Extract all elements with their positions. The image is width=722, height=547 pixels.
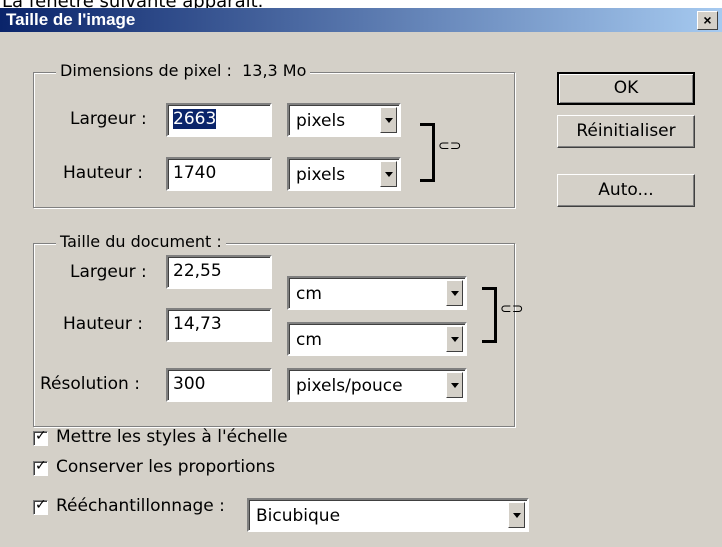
doc-width-input[interactable]: 22,55 <box>166 255 272 289</box>
doc-height-input[interactable]: 14,73 <box>166 308 272 342</box>
link-icon: ⊂⊃ <box>500 301 524 317</box>
pixel-height-input[interactable]: 1740 <box>166 157 272 191</box>
image-size-dialog: Taille de l'image × Dimensions de pixel … <box>0 8 722 547</box>
chevron-down-icon[interactable] <box>446 280 463 306</box>
resolution-input[interactable]: 300 <box>166 368 272 402</box>
doc-constrain-bracket <box>482 287 497 343</box>
scale-styles-checkbox[interactable] <box>33 428 48 446</box>
chevron-down-icon[interactable] <box>508 502 525 528</box>
chevron-down-icon[interactable] <box>380 107 397 133</box>
pixel-width-input[interactable]: 2663 <box>166 103 272 137</box>
doc-width-label: Largeur : <box>70 262 147 282</box>
doc-height-unit-select[interactable]: cm <box>287 322 467 356</box>
pixel-dimensions-legend: Dimensions de pixel : 13,3 Mo <box>56 61 311 80</box>
chevron-down-icon[interactable] <box>446 326 463 352</box>
close-icon: × <box>703 12 712 28</box>
document-size-legend: Taille du document : <box>56 232 226 251</box>
scale-styles-label[interactable]: Mettre les styles à l'échelle <box>56 427 288 447</box>
constrain-bracket <box>420 123 435 182</box>
pixel-size-value: 13,3 Mo <box>242 61 307 80</box>
pixel-width-unit-select[interactable]: pixels <box>287 103 401 137</box>
reset-button[interactable]: Réinitialiser <box>557 115 695 148</box>
resample-label[interactable]: Rééchantillonnage : <box>56 496 225 516</box>
link-icon: ⊂⊃ <box>438 138 462 154</box>
auto-button[interactable]: Auto... <box>557 174 695 207</box>
pixel-height-unit-select[interactable]: pixels <box>287 157 401 191</box>
chevron-down-icon[interactable] <box>380 161 397 187</box>
resolution-unit-select[interactable]: pixels/pouce <box>287 368 467 402</box>
doc-width-unit-select[interactable]: cm <box>287 276 467 310</box>
ok-button[interactable]: OK <box>557 72 695 105</box>
chevron-down-icon[interactable] <box>446 372 463 398</box>
constrain-proportions-label[interactable]: Conserver les proportions <box>56 457 275 477</box>
dialog-title: Taille de l'image <box>6 10 136 29</box>
resolution-label: Résolution : <box>40 374 140 394</box>
resample-checkbox[interactable] <box>33 497 48 515</box>
pixel-height-label: Hauteur : <box>63 163 143 183</box>
pixel-width-label: Largeur : <box>70 109 147 129</box>
constrain-proportions-checkbox[interactable] <box>33 458 48 476</box>
close-button[interactable]: × <box>697 11 718 30</box>
resample-method-select[interactable]: Bicubique <box>247 498 529 532</box>
doc-height-label: Hauteur : <box>63 314 143 334</box>
title-bar[interactable]: Taille de l'image × <box>0 8 722 32</box>
